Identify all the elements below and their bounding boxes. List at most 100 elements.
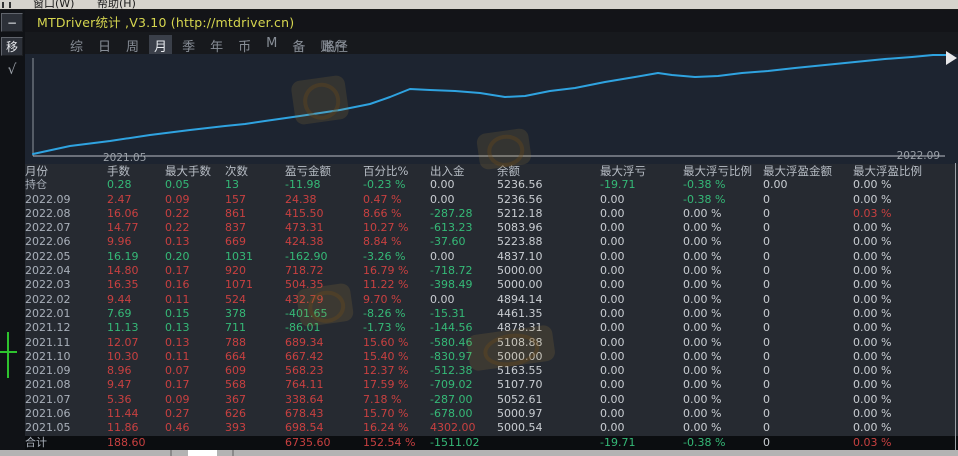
table-cell: 0 xyxy=(763,378,853,392)
table-cell: 0.09 xyxy=(165,193,225,207)
table-cell: 0.00 xyxy=(600,421,683,435)
app-window: 窗口(W) 帮助(H) − 移 √ MTDriver统计 ,V3.10 (htt… xyxy=(0,0,958,456)
table-cell: 0.00 xyxy=(600,193,683,207)
table-cell: 7.69 xyxy=(107,307,165,321)
table-row[interactable]: 持仓0.280.0513-11.98-0.23 %0.005236.56-19.… xyxy=(25,178,958,192)
table-cell: 24.38 xyxy=(285,193,363,207)
table-cell: -613.23 xyxy=(430,221,497,235)
tab-备[interactable]: 备 xyxy=(287,35,310,56)
table-cell: 0.00 xyxy=(600,378,683,392)
tab-path[interactable]: 路径 xyxy=(322,36,348,55)
column-header: 次数 xyxy=(225,164,285,178)
tab-周[interactable]: 周 xyxy=(121,35,144,56)
table-cell: 0.00 xyxy=(430,178,497,192)
table-cell: 0 xyxy=(763,235,853,249)
scrollbar-thumb[interactable] xyxy=(188,450,217,456)
table-row[interactable]: 2022.0816.060.22861415.508.66 %-287.2852… xyxy=(25,207,958,221)
table-cell: 0.11 xyxy=(165,350,225,364)
table-cell: 5163.55 xyxy=(497,364,600,378)
table-cell: 0 xyxy=(763,193,853,207)
table-cell: 415.50 xyxy=(285,207,363,221)
table-cell: 1071 xyxy=(225,278,285,292)
table-row[interactable]: 2021.0611.440.27626678.4315.70 %-678.005… xyxy=(25,407,958,421)
table-cell: 2021.12 xyxy=(25,321,107,335)
table-row[interactable]: 2022.0316.350.161071504.3511.22 %-398.49… xyxy=(25,278,958,292)
table-cell: 2022.05 xyxy=(25,250,107,264)
table-row[interactable]: 2021.0511.860.46393698.5416.24 %4302.005… xyxy=(25,421,958,435)
column-header: 最大浮亏比例 xyxy=(683,164,763,178)
table-cell: -0.38 % xyxy=(683,178,763,192)
table-cell: 5212.18 xyxy=(497,207,600,221)
table-cell: 0.00 % xyxy=(853,221,958,235)
table-cell: -37.60 xyxy=(430,235,497,249)
table-total-row[interactable]: 合计188.606735.60152.54 %-1511.02-19.71-0.… xyxy=(25,436,958,450)
table-cell: 0.00 xyxy=(600,321,683,335)
table-cell: 16.24 % xyxy=(363,421,430,435)
table-row[interactable]: 2022.0516.190.201031-162.90-3.26 %0.0048… xyxy=(25,250,958,264)
table-cell: 0.00 % xyxy=(853,293,958,307)
column-header: 手数 xyxy=(107,164,165,178)
tab-币[interactable]: 币 xyxy=(233,35,256,56)
table-cell: 718.72 xyxy=(285,264,363,278)
table-row[interactable]: 2021.075.360.09367338.647.18 %-287.00505… xyxy=(25,393,958,407)
table-cell: 0 xyxy=(763,293,853,307)
table-cell: -19.71 xyxy=(600,436,683,450)
table-cell: -287.00 xyxy=(430,393,497,407)
table-cell: 0.05 xyxy=(165,178,225,192)
table-row[interactable]: 2022.017.690.15378-401.65-8.26 %-15.3144… xyxy=(25,307,958,321)
table-cell: 664 xyxy=(225,350,285,364)
watermark-logo xyxy=(476,128,533,171)
table-cell: 15.70 % xyxy=(363,407,430,421)
table-cell: 0.00 % xyxy=(683,407,763,421)
table-cell: 2022.08 xyxy=(25,207,107,221)
menu-item-help[interactable]: 帮助(H) xyxy=(97,0,136,10)
tab-综[interactable]: 综 xyxy=(65,35,88,56)
table-row[interactable]: 2022.069.960.13669424.388.84 %-37.605223… xyxy=(25,235,958,249)
tab-日[interactable]: 日 xyxy=(93,35,116,56)
table-cell: 持仓 xyxy=(25,178,107,192)
table-cell: 788 xyxy=(225,336,285,350)
table-cell: 568.23 xyxy=(285,364,363,378)
move-button[interactable]: 移 xyxy=(1,37,23,56)
table-cell: 2022.07 xyxy=(25,221,107,235)
table-cell: 152.54 % xyxy=(363,436,430,450)
table-cell: -162.90 xyxy=(285,250,363,264)
table-cell xyxy=(497,436,600,450)
table-cell: 5236.56 xyxy=(497,193,600,207)
table-row[interactable]: 2022.092.470.0915724.380.47 %0.005236.56… xyxy=(25,193,958,207)
table-cell: 5000.54 xyxy=(497,421,600,435)
table-row[interactable]: 2022.0714.770.22837473.3110.27 %-613.235… xyxy=(25,221,958,235)
table-cell: -0.23 % xyxy=(363,178,430,192)
table-cell: 0.00 % xyxy=(853,336,958,350)
check-icon[interactable]: √ xyxy=(1,60,23,79)
table-cell: 2021.08 xyxy=(25,378,107,392)
menu-item-window[interactable]: 窗口(W) xyxy=(33,0,74,10)
table-cell: 0.00 xyxy=(600,364,683,378)
table-cell: 0.00 xyxy=(600,235,683,249)
table-cell: 0.00 xyxy=(600,336,683,350)
table-cell: 2021.10 xyxy=(25,350,107,364)
tab-M[interactable]: M xyxy=(261,35,282,56)
tab-年[interactable]: 年 xyxy=(205,35,228,56)
table-cell: 2022.09 xyxy=(25,193,107,207)
minimize-button[interactable]: − xyxy=(1,13,23,32)
table-cell: 678.43 xyxy=(285,407,363,421)
table-row[interactable]: 2021.089.470.17568764.1117.59 %-709.0251… xyxy=(25,378,958,392)
table-cell: -3.26 % xyxy=(363,250,430,264)
table-cell: 11.13 xyxy=(107,321,165,335)
bottom-scrollbar[interactable] xyxy=(0,450,958,456)
table-cell: 861 xyxy=(225,207,285,221)
table-row[interactable]: 2022.0414.800.17920718.7216.79 %-718.725… xyxy=(25,264,958,278)
table-cell: 4302.00 xyxy=(430,421,497,435)
table-row[interactable]: 2022.029.440.11524432.799.70 %0.004894.1… xyxy=(25,293,958,307)
table-cell: 0 xyxy=(763,407,853,421)
table-cell: 0 xyxy=(763,321,853,335)
table-cell: 12.37 % xyxy=(363,364,430,378)
table-cell: 8.84 % xyxy=(363,235,430,249)
table-cell: 5000.97 xyxy=(497,407,600,421)
tab-季[interactable]: 季 xyxy=(177,35,200,56)
table-cell: 424.38 xyxy=(285,235,363,249)
tab-月[interactable]: 月 xyxy=(149,35,172,56)
table-cell: 0.00 xyxy=(600,221,683,235)
table-cell: 669 xyxy=(225,235,285,249)
